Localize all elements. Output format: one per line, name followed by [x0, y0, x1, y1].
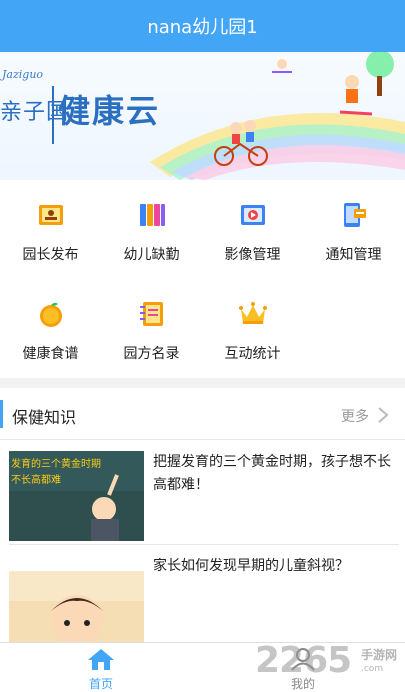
banner[interactable]: Jaziguo 亲子国 健康云 [0, 52, 405, 180]
grid-item-recipe[interactable]: 健康食谱 [0, 279, 101, 378]
grid-item-label: 健康食谱 [22, 346, 79, 362]
crown-icon [239, 302, 267, 324]
orange-icon [40, 302, 62, 327]
grid-item-label: 园方名录 [123, 346, 180, 362]
watermark-text: 手游网 [361, 648, 398, 662]
notice-phone-icon [344, 203, 366, 227]
watermark-number: 2265 [255, 640, 352, 681]
article-item[interactable]: 家长如何发现早期的儿童斜视？ [0, 545, 405, 642]
grid-item-directory[interactable]: 园方名录 [101, 279, 202, 378]
article-item[interactable]: 发育的三个黄金时期 不长高都难 把握发育的三个黄金时期，孩子想不长高都难！ [0, 441, 405, 545]
section-header: 保健知识 更多 [0, 388, 405, 440]
video-book-icon [241, 205, 265, 225]
thumb-caption: 不长高都难 [11, 473, 61, 486]
tab-label: 首页 [88, 677, 113, 691]
feature-grid: 园长发布 幼儿缺勤 影像管理 通知管理 健康食谱 园方名录 互动统计 [0, 180, 405, 378]
thumb-caption: 发育的三个黄金时期 [11, 457, 101, 470]
banner-divider [52, 86, 54, 144]
grid-item-media[interactable]: 影像管理 [202, 180, 303, 279]
section-title: 保健知识 [12, 408, 77, 427]
grid-item-label: 幼儿缺勤 [123, 247, 180, 263]
grid-item-notice[interactable]: 通知管理 [303, 180, 404, 279]
grid-item-label: 影像管理 [224, 247, 281, 263]
id-card-icon [39, 205, 63, 225]
home-icon [88, 649, 114, 670]
health-knowledge-section: 保健知识 更多 发育的三个黄金时期 不长高都难 把握发育的三个黄金时期，孩子想不… [0, 388, 405, 642]
page-title: nana幼儿园1 [147, 17, 258, 38]
article-thumbnail [9, 571, 144, 642]
banner-subtitle: Jaziguo [2, 68, 44, 81]
tab-home[interactable]: 首页 [0, 643, 202, 692]
grid-item-stats[interactable]: 互动统计 [202, 279, 303, 378]
watermark: 2265 手游网 .com [255, 640, 405, 692]
more-link[interactable]: 更多 [341, 406, 369, 426]
article-thumbnail: 发育的三个黄金时期 不长高都难 [9, 451, 144, 541]
grid-item-label: 通知管理 [325, 247, 382, 263]
grid-item-label: 园长发布 [22, 247, 79, 263]
notebook-icon [140, 302, 163, 326]
grid-item-absence[interactable]: 幼儿缺勤 [101, 180, 202, 279]
binders-icon [140, 204, 165, 226]
banner-brand-main: 健康云 [58, 92, 161, 130]
grid-item-label: 互动统计 [224, 346, 281, 362]
chevron-right-icon[interactable] [377, 406, 389, 424]
article-title: 把握发育的三个黄金时期，孩子想不长高都难！ [153, 454, 391, 493]
grid-item-principal-post[interactable]: 园长发布 [0, 180, 101, 279]
watermark-url: .com [361, 664, 384, 674]
section-accent-bar [0, 400, 3, 428]
article-title: 家长如何发现早期的儿童斜视？ [153, 558, 349, 574]
app-header: nana幼儿园1 [0, 0, 405, 52]
